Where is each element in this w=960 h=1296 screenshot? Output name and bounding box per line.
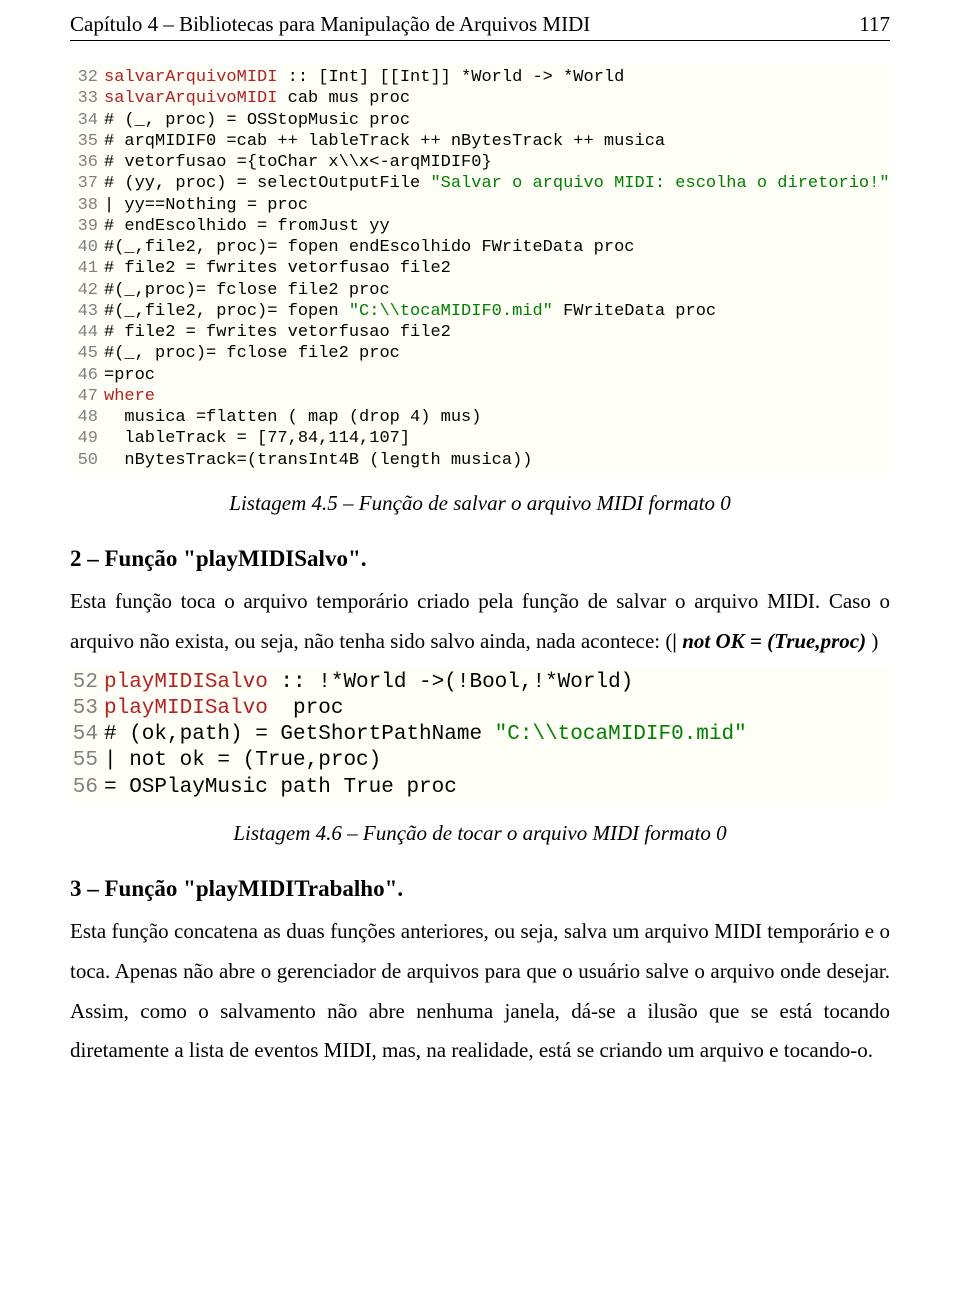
code-line: 37# (yy, proc) = selectOutputFile "Salva… xyxy=(70,173,890,194)
section-2-heading: 2 – Função "playMIDISalvo". xyxy=(70,546,890,572)
line-number: 39 xyxy=(70,216,104,237)
code-line: 53playMIDISalvo proc xyxy=(70,696,890,722)
code-text: # (yy, proc) = selectOutputFile "Salvar … xyxy=(104,173,890,194)
code-line: 45#(_, proc)= fclose file2 proc xyxy=(70,343,890,364)
line-number: 53 xyxy=(70,696,104,722)
code-line: 39# endEscolhido = fromJust yy xyxy=(70,216,890,237)
code-text: | not ok = (True,proc) xyxy=(104,748,381,774)
header-underline xyxy=(70,40,890,41)
section-3-heading: 3 – Função "playMIDITrabalho". xyxy=(70,876,890,902)
code-line: 49 lableTrack = [77,84,114,107] xyxy=(70,428,890,449)
code-line: 47where xyxy=(70,386,890,407)
caption-listing-4-5: Listagem 4.5 – Função de salvar o arquiv… xyxy=(70,491,890,516)
code-line: 42#(_,proc)= fclose file2 proc xyxy=(70,280,890,301)
line-number: 50 xyxy=(70,450,104,471)
line-number: 54 xyxy=(70,722,104,748)
code-text: # (_, proc) = OSStopMusic proc xyxy=(104,110,410,131)
code-text: =proc xyxy=(104,365,155,386)
section-2-paragraph: Esta função toca o arquivo temporário cr… xyxy=(70,582,890,662)
code-line: 52playMIDISalvo :: !*World ->(!Bool,!*Wo… xyxy=(70,670,890,696)
code-line: 32salvarArquivoMIDI :: [Int] [[Int]] *Wo… xyxy=(70,67,890,88)
code-text: # (ok,path) = GetShortPathName "C:\\toca… xyxy=(104,722,747,748)
code-text: # arqMIDIF0 =cab ++ lableTrack ++ nBytes… xyxy=(104,131,665,152)
line-number: 33 xyxy=(70,88,104,109)
line-number: 56 xyxy=(70,775,104,801)
code-line: 43#(_,file2, proc)= fopen "C:\\tocaMIDIF… xyxy=(70,301,890,322)
line-number: 37 xyxy=(70,173,104,194)
line-number: 41 xyxy=(70,258,104,279)
code-line: 54# (ok,path) = GetShortPathName "C:\\to… xyxy=(70,722,890,748)
code-text: = OSPlayMusic path True proc xyxy=(104,775,457,801)
page-number: 117 xyxy=(859,12,890,37)
code-line: 56= OSPlayMusic path True proc xyxy=(70,775,890,801)
code-text: | yy==Nothing = proc xyxy=(104,195,308,216)
code-line: 36# vetorfusao ={toChar x\\x<-arqMIDIF0} xyxy=(70,152,890,173)
section-3-paragraph: Esta função concatena as duas funções an… xyxy=(70,912,890,1072)
code-line: 48 musica =flatten ( map (drop 4) mus) xyxy=(70,407,890,428)
code-text: # file2 = fwrites vetorfusao file2 xyxy=(104,322,451,343)
line-number: 45 xyxy=(70,343,104,364)
line-number: 32 xyxy=(70,67,104,88)
section-2-text-b: ) xyxy=(866,629,878,653)
code-text: # vetorfusao ={toChar x\\x<-arqMIDIF0} xyxy=(104,152,492,173)
line-number: 48 xyxy=(70,407,104,428)
code-text: nBytesTrack=(transInt4B (length musica)) xyxy=(104,450,532,471)
chapter-title: Capítulo 4 – Bibliotecas para Manipulaçã… xyxy=(70,12,590,37)
code-text: salvarArquivoMIDI cab mus proc xyxy=(104,88,410,109)
section-2-inline-code: | not OK = (True,proc) xyxy=(672,629,866,653)
caption-listing-4-6: Listagem 4.6 – Função de tocar o arquivo… xyxy=(70,821,890,846)
line-number: 35 xyxy=(70,131,104,152)
code-text: #(_, proc)= fclose file2 proc xyxy=(104,343,400,364)
code-line: 40#(_,file2, proc)= fopen endEscolhido F… xyxy=(70,237,890,258)
line-number: 49 xyxy=(70,428,104,449)
code-text: playMIDISalvo :: !*World ->(!Bool,!*Worl… xyxy=(104,670,633,696)
line-number: 36 xyxy=(70,152,104,173)
line-number: 52 xyxy=(70,670,104,696)
line-number: 47 xyxy=(70,386,104,407)
code-text: #(_,file2, proc)= fopen "C:\\tocaMIDIF0.… xyxy=(104,301,716,322)
line-number: 55 xyxy=(70,748,104,774)
code-text: playMIDISalvo proc xyxy=(104,696,343,722)
code-text: where xyxy=(104,386,155,407)
line-number: 38 xyxy=(70,195,104,216)
code-text: #(_,proc)= fclose file2 proc xyxy=(104,280,390,301)
code-listing-4-6: 52playMIDISalvo :: !*World ->(!Bool,!*Wo… xyxy=(70,668,890,803)
code-line: 55| not ok = (True,proc) xyxy=(70,748,890,774)
code-text: salvarArquivoMIDI :: [Int] [[Int]] *Worl… xyxy=(104,67,624,88)
code-listing-4-5: 32salvarArquivoMIDI :: [Int] [[Int]] *Wo… xyxy=(70,65,890,473)
code-line: 50 nBytesTrack=(transInt4B (length music… xyxy=(70,450,890,471)
code-text: musica =flatten ( map (drop 4) mus) xyxy=(104,407,481,428)
code-text: # endEscolhido = fromJust yy xyxy=(104,216,390,237)
line-number: 46 xyxy=(70,365,104,386)
code-text: lableTrack = [77,84,114,107] xyxy=(104,428,410,449)
code-line: 46=proc xyxy=(70,365,890,386)
code-line: 44# file2 = fwrites vetorfusao file2 xyxy=(70,322,890,343)
code-line: 38| yy==Nothing = proc xyxy=(70,195,890,216)
line-number: 44 xyxy=(70,322,104,343)
code-line: 35# arqMIDIF0 =cab ++ lableTrack ++ nByt… xyxy=(70,131,890,152)
code-line: 41# file2 = fwrites vetorfusao file2 xyxy=(70,258,890,279)
code-text: # file2 = fwrites vetorfusao file2 xyxy=(104,258,451,279)
line-number: 34 xyxy=(70,110,104,131)
code-text: #(_,file2, proc)= fopen endEscolhido FWr… xyxy=(104,237,635,258)
line-number: 40 xyxy=(70,237,104,258)
line-number: 42 xyxy=(70,280,104,301)
code-line: 33salvarArquivoMIDI cab mus proc xyxy=(70,88,890,109)
code-line: 34# (_, proc) = OSStopMusic proc xyxy=(70,110,890,131)
line-number: 43 xyxy=(70,301,104,322)
